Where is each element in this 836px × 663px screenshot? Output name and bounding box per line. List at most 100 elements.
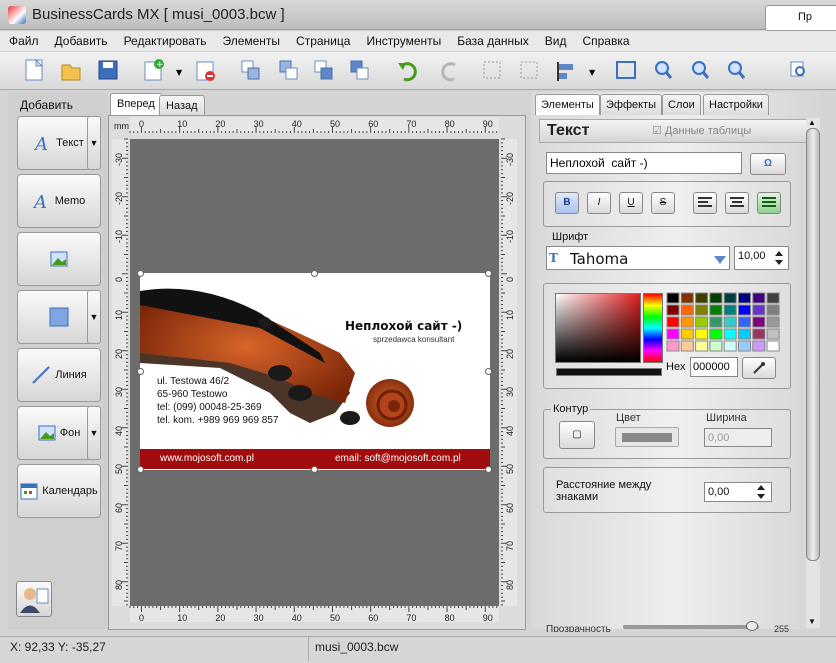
outline-color-swatch: [622, 433, 672, 442]
hex-color-input[interactable]: [690, 357, 738, 377]
status-divider: [308, 637, 309, 661]
scroll-down-arrow-icon[interactable]: ▼: [808, 617, 816, 626]
color-swatch: [709, 316, 723, 328]
svg-text:T: T: [549, 251, 558, 265]
status-bar: [0, 636, 836, 663]
card-email[interactable]: email: soft@mojosoft.com.pl: [335, 453, 461, 464]
color-swatch: [738, 292, 751, 304]
color-swatch: [680, 340, 694, 352]
selection-handle[interactable]: [311, 466, 318, 473]
color-swatch: [766, 340, 780, 352]
color-swatch: [680, 292, 694, 304]
chevron-down-icon: [714, 256, 726, 264]
scrollbar-thumb[interactable]: [806, 128, 820, 561]
card-phone[interactable]: tel: (099) 00048-25-369: [157, 402, 262, 413]
color-swatch: [766, 328, 780, 340]
scroll-up-arrow-icon[interactable]: ▲: [808, 118, 816, 127]
data-table-checkbox[interactable]: ☑ Данные таблицы: [652, 124, 751, 137]
strikethrough-button[interactable]: S: [651, 192, 675, 214]
font-size-value: 10,00: [738, 250, 766, 262]
color-swatch: [666, 304, 680, 316]
underline-button[interactable]: U: [619, 192, 643, 214]
square-outline-icon: ▢: [572, 429, 582, 440]
color-swatch: [709, 340, 723, 352]
bold-button[interactable]: B: [555, 192, 579, 214]
color-swatch: [766, 304, 780, 316]
color-swatch: [738, 328, 751, 340]
selection-handle[interactable]: [311, 270, 318, 277]
color-swatch: [709, 292, 723, 304]
checkbox-icon: ☑: [652, 125, 665, 137]
selection-handle[interactable]: [137, 270, 144, 277]
spinner-arrows-icon: [757, 485, 765, 499]
color-swatch: [723, 316, 737, 328]
card-headline[interactable]: Неплохой сайт -): [345, 319, 462, 333]
color-swatch: [666, 292, 680, 304]
hue-slider[interactable]: [643, 293, 663, 363]
cursor-coordinates: X: 92,33 Y: -35,27: [10, 640, 106, 654]
color-swatch: [738, 304, 751, 316]
color-swatch: [709, 328, 723, 340]
selection-handle[interactable]: [137, 368, 144, 375]
outline-width-spinner[interactable]: 0,00: [704, 428, 772, 447]
opacity-slider[interactable]: [623, 625, 759, 629]
opacity-slider-thumb[interactable]: [746, 621, 758, 631]
letter-spacing-label: Расстояние между знаками: [556, 479, 652, 503]
card-subheadline[interactable]: sprzedawca konsultant: [373, 335, 454, 344]
color-swatch: [695, 304, 709, 316]
color-swatch: [680, 304, 694, 316]
color-swatch: [738, 340, 751, 352]
letter-spacing-value: 0,00: [708, 486, 730, 498]
color-swatch: [752, 328, 766, 340]
outline-style-button[interactable]: ▢: [559, 421, 595, 449]
color-swatch: [666, 316, 680, 328]
selection-handle[interactable]: [485, 270, 492, 277]
card-address-line1[interactable]: ul. Testowa 46/2: [157, 376, 229, 387]
special-char-button[interactable]: Ω: [750, 153, 786, 175]
align-center-button[interactable]: [725, 192, 749, 214]
color-swatch: [723, 328, 737, 340]
tab-effects[interactable]: Эффекты: [600, 94, 663, 115]
card-address-line2[interactable]: 65-960 Testowo: [157, 389, 227, 400]
align-justify-button[interactable]: [757, 192, 781, 214]
selected-color-preview: [556, 368, 662, 376]
color-swatch: [723, 304, 737, 316]
color-swatch: [738, 316, 751, 328]
font-label: Шрифт: [552, 231, 589, 243]
italic-button[interactable]: I: [587, 192, 611, 214]
outline-label: Контур: [551, 403, 591, 415]
align-left-button[interactable]: [693, 192, 717, 214]
color-swatch: [723, 292, 737, 304]
color-swatch: [695, 328, 709, 340]
outline-color-button[interactable]: [615, 427, 679, 447]
color-swatch: [695, 292, 709, 304]
opacity-value: 255: [774, 624, 790, 632]
color-swatch: [709, 304, 723, 316]
selection-handle[interactable]: [485, 368, 492, 375]
business-card[interactable]: Неплохой сайт -) sprzedawca konsultant u…: [140, 273, 490, 470]
outline-width-value: 0,00: [708, 432, 730, 444]
selection-handle[interactable]: [485, 466, 492, 473]
tab-elements[interactable]: Элементы: [535, 94, 600, 115]
align-left-icon: [698, 197, 712, 207]
color-swatch: [752, 340, 766, 352]
text-content-input[interactable]: [546, 152, 742, 174]
eyedropper-button[interactable]: [742, 357, 776, 379]
outline-color-label: Цвет: [616, 412, 641, 424]
color-gradient-picker[interactable]: [555, 293, 641, 363]
color-swatch: [666, 328, 680, 340]
color-swatch: [680, 328, 694, 340]
font-select[interactable]: Tahoma: [546, 246, 730, 270]
tab-layers[interactable]: Слои: [662, 94, 701, 115]
status-filename: musi_0003.bcw: [315, 640, 399, 654]
color-swatch: [766, 316, 780, 328]
card-website[interactable]: www.mojosoft.com.pl: [160, 453, 254, 464]
outline-width-label: Ширина: [706, 412, 747, 424]
element-type-title: Текст: [547, 122, 590, 139]
card-mobile[interactable]: tel. kom. +989 969 969 857: [157, 415, 278, 426]
color-swatch-grid[interactable]: [666, 292, 782, 354]
selection-handle[interactable]: [137, 466, 144, 473]
tab-settings[interactable]: Настройки: [703, 94, 769, 115]
color-swatch: [695, 340, 709, 352]
color-swatch: [752, 292, 766, 304]
